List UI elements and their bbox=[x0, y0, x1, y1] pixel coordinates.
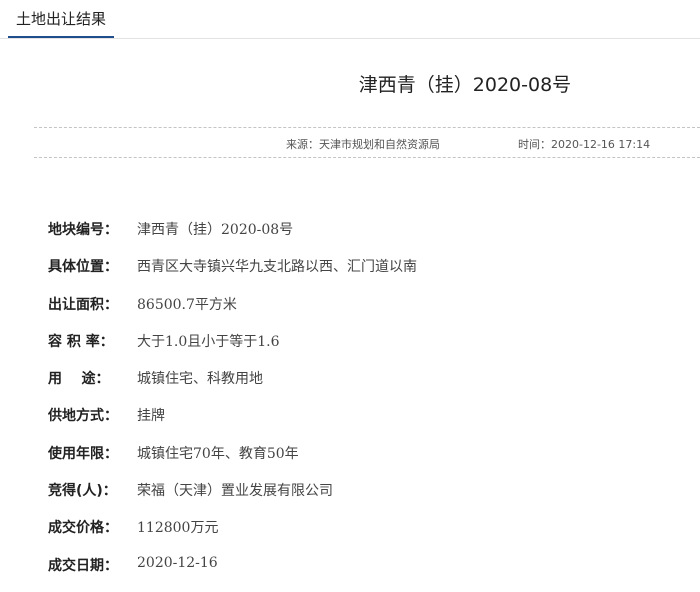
field-label: 容 积 率： bbox=[48, 333, 114, 350]
tab-bar: 土地出让结果 bbox=[0, 0, 700, 39]
field-value: 112800万元 bbox=[137, 520, 219, 537]
tab-land-transfer-results[interactable]: 土地出让结果 bbox=[8, 0, 114, 38]
field-label: 地块编号： bbox=[48, 222, 118, 238]
field-value: 津西青（挂）2020-08号 bbox=[137, 222, 294, 238]
field-value: 城镇住宅70年、教育50年 bbox=[137, 445, 299, 462]
field-label: 成交价格： bbox=[48, 520, 118, 537]
field-label: 使用年限： bbox=[48, 445, 118, 462]
article-source: 来源：天津市规划和自然资源局 bbox=[286, 138, 440, 151]
field-value: 挂牌 bbox=[137, 408, 165, 425]
field-label: 供地方式： bbox=[48, 408, 118, 425]
field-value: 2020-12-16 bbox=[137, 554, 218, 571]
field-value: 荣福（天津）置业发展有限公司 bbox=[137, 483, 333, 500]
field-label: 成交日期： bbox=[48, 557, 118, 574]
field-label: 具体位置： bbox=[48, 259, 118, 276]
article-title: 津西青（挂）2020-08号 bbox=[358, 74, 572, 96]
field-value: 86500.7平方米 bbox=[137, 296, 237, 313]
field-value: 城镇住宅、科教用地 bbox=[137, 371, 263, 388]
field-value: 大于1.0且小于等于1.6 bbox=[137, 333, 280, 350]
field-label: 竞得(人)： bbox=[48, 483, 117, 500]
field-label: 出让面积： bbox=[48, 296, 118, 313]
article-time: 时间：2020-12-16 17:14 bbox=[518, 138, 651, 151]
field-value: 西青区大寺镇兴华九支北路以西、汇门道以南 bbox=[137, 259, 417, 276]
field-label: 用 途： bbox=[48, 371, 110, 388]
divider-bottom bbox=[34, 157, 700, 158]
divider-top bbox=[34, 127, 700, 128]
